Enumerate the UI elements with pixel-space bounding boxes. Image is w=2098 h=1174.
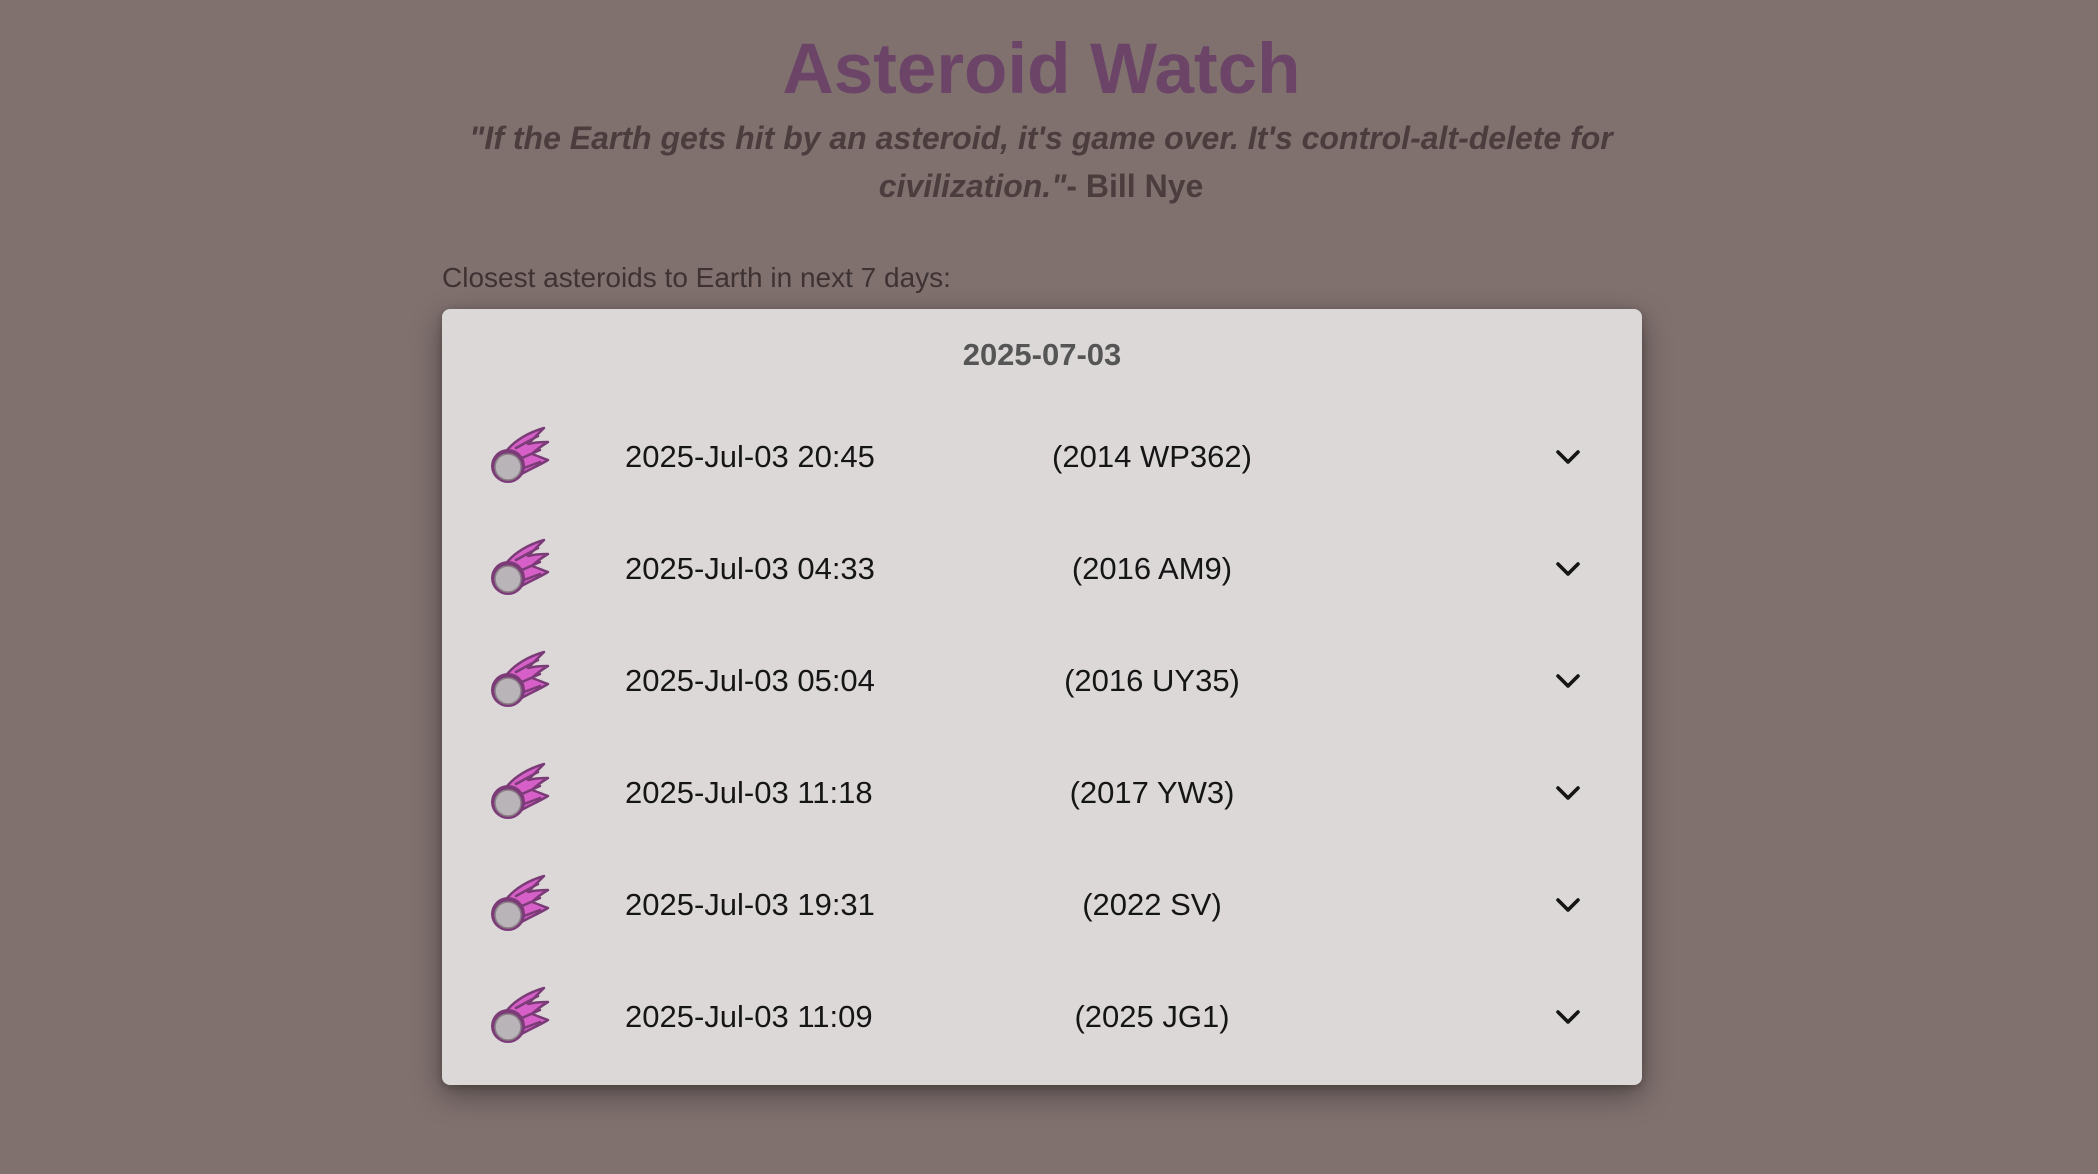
- approach-time: 2025-Jul-03 11:18: [625, 775, 873, 810]
- chevron-down-icon[interactable]: [1552, 889, 1584, 921]
- page: Asteroid Watch "If the Earth gets hit by…: [0, 0, 2098, 1174]
- chevron-down-icon[interactable]: [1552, 1001, 1584, 1033]
- asteroid-icon: [491, 986, 550, 1043]
- chevron-down-icon[interactable]: [1552, 777, 1584, 809]
- asteroid-icon: [491, 426, 550, 483]
- card-date-heading: 2025-07-03: [962, 337, 1122, 372]
- chevron-down-icon[interactable]: [1552, 553, 1584, 585]
- quote: "If the Earth gets hit by an asteroid, i…: [441, 114, 1641, 210]
- asteroid-name: (2016 AM9): [1071, 551, 1233, 586]
- asteroid-row[interactable]: 2025-Jul-03 20:45 (2014 WP362): [442, 401, 1642, 513]
- quote-author: - Bill Nye: [1066, 168, 1204, 204]
- asteroid-row[interactable]: 2025-Jul-03 19:31 (2022 SV): [442, 849, 1642, 961]
- asteroid-icon: [491, 762, 550, 819]
- asteroid-icon: [491, 650, 550, 707]
- approach-time: 2025-Jul-03 20:45: [625, 439, 875, 474]
- asteroid-row[interactable]: 2025-Jul-03 11:18 (2017 YW3): [442, 737, 1642, 849]
- chevron-down-icon[interactable]: [1552, 441, 1584, 473]
- asteroid-row[interactable]: 2025-Jul-03 04:33 (2016 AM9): [442, 513, 1642, 625]
- approach-time: 2025-Jul-03 19:31: [625, 887, 875, 922]
- asteroid-icon: [491, 874, 550, 931]
- asteroid-name: (2014 WP362): [1052, 439, 1252, 474]
- asteroid-name: (2025 JG1): [1074, 999, 1230, 1034]
- asteroid-row[interactable]: 2025-Jul-03 05:04 (2016 UY35): [442, 625, 1642, 737]
- asteroid-icon: [491, 538, 550, 595]
- quote-text: "If the Earth gets hit by an asteroid, i…: [469, 120, 1613, 204]
- page-title: Asteroid Watch: [782, 30, 1301, 109]
- intro-text: Closest asteroids to Earth in next 7 day…: [442, 262, 951, 293]
- chevron-down-icon[interactable]: [1552, 665, 1584, 697]
- approach-time: 2025-Jul-03 11:09: [625, 999, 873, 1034]
- asteroid-name: (2022 SV): [1082, 887, 1222, 922]
- approach-time: 2025-Jul-03 04:33: [625, 551, 875, 586]
- asteroid-row[interactable]: 2025-Jul-03 11:09 (2025 JG1): [442, 961, 1642, 1073]
- approach-time: 2025-Jul-03 05:04: [625, 663, 875, 698]
- asteroid-name: (2017 YW3): [1069, 775, 1235, 810]
- asteroid-name: (2016 UY35): [1064, 663, 1240, 698]
